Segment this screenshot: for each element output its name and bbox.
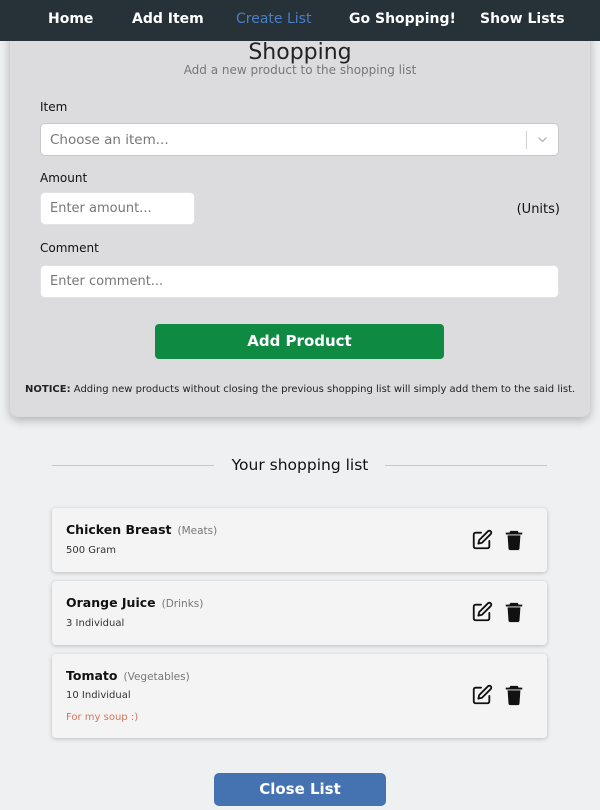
nav-create-list[interactable]: Create List — [236, 11, 311, 27]
comment-label: Comment — [40, 241, 99, 255]
list-item: Tomato (Vegetables) 10 Individual For my … — [52, 654, 547, 738]
edit-icon[interactable] — [471, 684, 493, 706]
item-category: (Drinks) — [161, 598, 204, 610]
top-navbar: Home Add Item Create List Go Shopping! S… — [0, 0, 600, 41]
trash-icon[interactable] — [503, 684, 525, 706]
list-item: Chicken Breast (Meats) 500 Gram — [52, 508, 547, 572]
notice-body: Adding new products without closing the … — [73, 384, 576, 395]
item-name: Chicken Breast — [66, 522, 172, 537]
nav-show-lists[interactable]: Show Lists — [480, 11, 565, 27]
comment-placeholder: Enter comment... — [50, 274, 164, 289]
item-label: Item — [40, 100, 68, 114]
close-list-button[interactable]: Close List — [214, 773, 386, 806]
form-subtitle: Add a new product to the shopping list — [183, 63, 417, 77]
edit-icon[interactable] — [471, 601, 493, 623]
item-quantity: 500 Gram — [66, 545, 116, 556]
item-name-line: Tomato (Vegetables) — [66, 668, 190, 683]
nav-home[interactable]: Home — [48, 11, 93, 27]
notice-text: NOTICE: Adding new products without clos… — [25, 384, 575, 395]
select-separator — [526, 131, 527, 149]
item-name: Tomato — [66, 668, 118, 683]
amount-label: Amount — [40, 171, 88, 185]
item-name: Orange Juice — [66, 595, 156, 610]
item-select-placeholder: Choose an item... — [50, 132, 169, 148]
item-comment: For my soup :) — [66, 712, 139, 723]
notice-label: NOTICE: — [25, 384, 71, 395]
item-name-line: Orange Juice (Drinks) — [66, 595, 203, 610]
item-category: (Vegetables) — [123, 671, 190, 683]
section-divider-right — [385, 465, 547, 466]
item-quantity: 3 Individual — [66, 618, 125, 629]
form-heading: Shopping — [248, 40, 352, 65]
add-product-button[interactable]: Add Product — [155, 324, 444, 359]
item-select[interactable]: Choose an item... — [40, 123, 559, 156]
item-category: (Meats) — [177, 525, 218, 537]
units-label: (Units) — [516, 202, 560, 217]
list-item: Orange Juice (Drinks) 3 Individual — [52, 581, 547, 645]
item-name-line: Chicken Breast (Meats) — [66, 522, 217, 537]
comment-input[interactable]: Enter comment... — [40, 265, 559, 298]
amount-placeholder: Enter amount... — [50, 201, 152, 216]
chevron-down-icon[interactable] — [536, 133, 549, 146]
amount-input[interactable]: Enter amount... — [40, 192, 195, 225]
item-quantity: 10 Individual — [66, 690, 131, 701]
edit-icon[interactable] — [471, 529, 493, 551]
add-product-card: Shopping Add a new product to the shoppi… — [10, 18, 590, 417]
trash-icon[interactable] — [503, 601, 525, 623]
trash-icon[interactable] — [503, 529, 525, 551]
nav-add-item[interactable]: Add Item — [132, 11, 204, 27]
nav-go-shopping[interactable]: Go Shopping! — [349, 11, 456, 27]
